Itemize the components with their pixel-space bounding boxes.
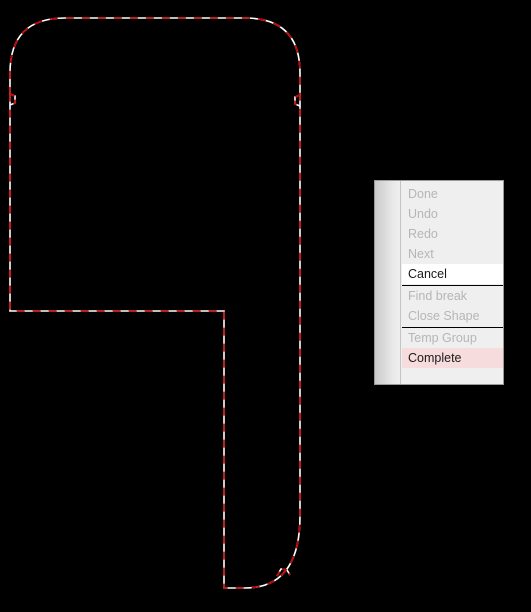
menu-item-cancel[interactable]: Cancel — [402, 264, 503, 284]
menu-item-list: Done Undo Redo Next Cancel Find break Cl… — [402, 181, 503, 384]
menu-item-undo[interactable]: Undo — [402, 204, 503, 224]
menu-item-temp-group[interactable]: Temp Group — [402, 328, 503, 348]
menu-item-complete[interactable]: Complete — [402, 348, 503, 368]
menu-item-done[interactable]: Done — [402, 184, 503, 204]
menu-item-find-break[interactable]: Find break — [402, 286, 503, 306]
shape-outline-red — [9, 17, 301, 589]
menu-item-next[interactable]: Next — [402, 244, 503, 264]
notch-markers — [9, 93, 301, 577]
menu-grip-handle[interactable] — [375, 181, 401, 384]
shape-outline-white — [9, 17, 301, 589]
menu-item-close-shape[interactable]: Close Shape — [402, 306, 503, 326]
menu-item-redo[interactable]: Redo — [402, 224, 503, 244]
drawing-context-menu[interactable]: Done Undo Redo Next Cancel Find break Cl… — [374, 180, 504, 385]
